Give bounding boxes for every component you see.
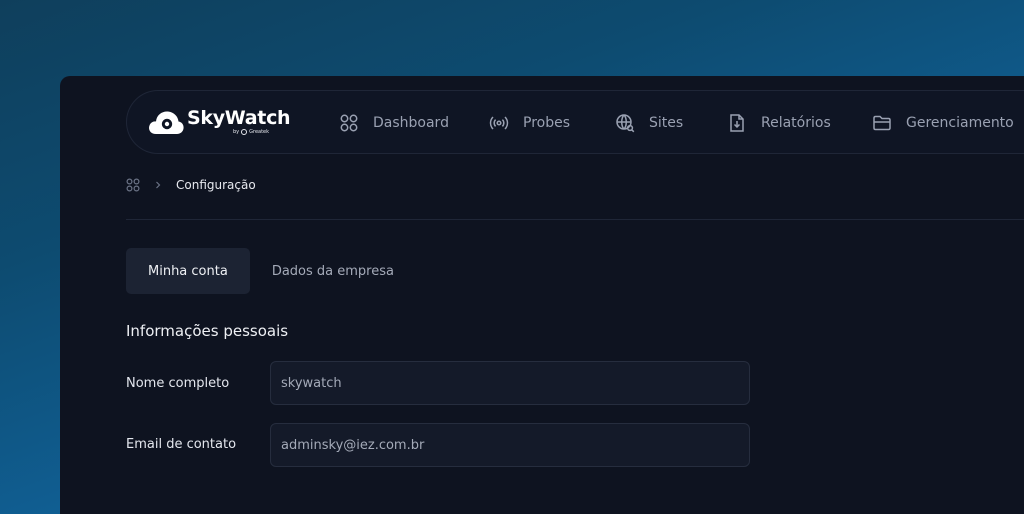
full-name-label: Nome completo: [126, 376, 230, 391]
file-download-icon: [730, 114, 744, 132]
brand-mark-icon: [241, 129, 248, 135]
nav-item-relatorios[interactable]: Relatórios: [727, 111, 831, 135]
app-name: SkyWatch: [187, 107, 291, 129]
full-name-input[interactable]: [270, 361, 750, 405]
section-divider: [126, 219, 1024, 220]
top-navbar: SkyWatch by Greatek Dashboard Probes Sit…: [126, 90, 1024, 154]
nav-item-gerenciamento[interactable]: Gerenciamento: [872, 111, 1014, 135]
skywatch-logo[interactable]: SkyWatch by Greatek: [147, 107, 291, 137]
app-window: SkyWatch by Greatek Dashboard Probes Sit…: [60, 76, 1024, 514]
tab-dados-da-empresa[interactable]: Dados da empresa: [250, 248, 416, 294]
cloud-eye-icon: [149, 111, 184, 134]
section-title: Informações pessoais: [126, 322, 289, 340]
logo-byline: by Greatek: [233, 129, 290, 135]
nav-item-probes[interactable]: Probes: [489, 111, 570, 135]
contact-email-label: Email de contato: [126, 437, 237, 452]
tab-minha-conta[interactable]: Minha conta: [126, 248, 250, 294]
breadcrumb: Configuração: [126, 178, 256, 192]
nav-item-label: Sites: [649, 115, 684, 131]
nav-item-label: Dashboard: [373, 115, 449, 131]
globe-icon: [616, 114, 635, 133]
nav-item-label: Probes: [523, 115, 571, 131]
chevron-right-icon: [156, 181, 161, 189]
nav-item-sites[interactable]: Sites: [615, 111, 683, 135]
broadcast-icon: [489, 116, 509, 130]
folder-icon: [873, 115, 891, 131]
logo-byline-brand: Greatek: [249, 128, 270, 135]
grid-icon: [340, 114, 358, 132]
nav-item-dashboard[interactable]: Dashboard: [339, 111, 449, 135]
logo-byline-by: by: [233, 128, 240, 135]
settings-tabs: Minha conta Dados da empresa: [126, 248, 416, 294]
nav-item-label: Gerenciamento: [906, 115, 1014, 131]
contact-email-input[interactable]: [270, 423, 750, 467]
home-grid-icon[interactable]: [126, 178, 140, 192]
nav-item-label: Relatórios: [761, 115, 831, 131]
breadcrumb-current: Configuração: [176, 178, 256, 192]
